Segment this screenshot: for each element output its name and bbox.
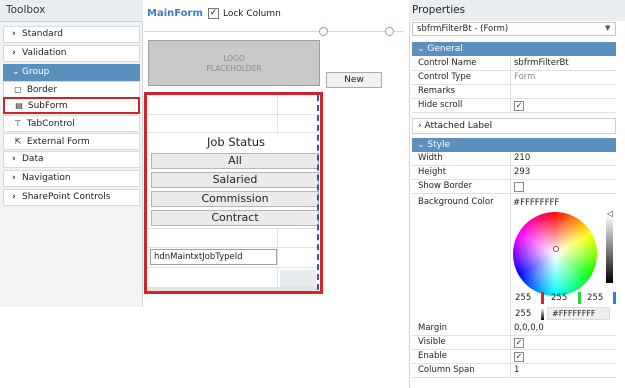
external-form-icon: ⇱ (14, 137, 22, 146)
prop-margin: Margin 0,0,0,0 (412, 322, 616, 336)
toolbox-title: Toolbox (6, 4, 46, 16)
chevron-down-icon: ⌄ (417, 140, 428, 150)
option-salaried[interactable]: Salaried (151, 172, 319, 188)
column-handle[interactable] (385, 27, 394, 36)
section-general[interactable]: ⌄ General (412, 42, 616, 56)
blue-bar (613, 292, 616, 304)
grid-line (147, 114, 317, 115)
selection-edge (317, 95, 319, 290)
form-name: MainForm (147, 8, 203, 19)
prop-remarks: Remarks (412, 85, 616, 99)
toolbox-item-subform[interactable]: ▤ SubForm (3, 97, 140, 114)
toolbox-item-data[interactable]: › Data (3, 151, 140, 168)
grid-line (277, 95, 278, 135)
option-all[interactable]: All (151, 153, 319, 169)
lock-column-label: Lock Column (223, 9, 281, 19)
subform-icon: ▤ (15, 101, 23, 110)
prop-hide-scroll: Hide scroll ✓ (412, 99, 616, 113)
prop-enable: Enable ✓ (412, 350, 616, 364)
show-border-checkbox[interactable] (514, 182, 524, 192)
red-bar (541, 292, 544, 304)
grid-line (147, 267, 317, 268)
blue-value[interactable]: 255 (587, 293, 603, 303)
enable-checkbox[interactable]: ✓ (514, 352, 524, 362)
properties-title: Properties (412, 4, 466, 16)
prop-divider (510, 194, 511, 324)
column-handle[interactable] (319, 27, 328, 36)
hide-scroll-checkbox[interactable]: ✓ (514, 101, 524, 111)
hidden-jobtype-field[interactable]: hdnMaintxtJobTypeId (150, 249, 277, 265)
option-contract[interactable]: Contract (151, 210, 319, 226)
prop-show-border: Show Border (412, 180, 616, 194)
prop-visible: Visible ✓ (412, 336, 616, 350)
column-ruler (144, 31, 404, 32)
prop-column-span: Column Span 1 (412, 364, 616, 378)
chevron-down-icon: ⌄ (417, 44, 428, 54)
toolbox-item-validation[interactable]: › Validation (3, 45, 140, 62)
logo-placeholder[interactable]: LOGO PLACEHOLDER (148, 40, 320, 86)
prop-control-type: Control Type Form (412, 71, 616, 85)
luminance-slider[interactable] (606, 215, 613, 283)
bg-color-value[interactable]: #FFFFFFFF (513, 198, 559, 208)
prop-height: Height 293 (412, 166, 616, 180)
chevron-down-icon: ⌄ (12, 67, 20, 77)
chevron-right-icon: › (12, 29, 16, 39)
hex-input[interactable]: #FFFFFFFF (547, 307, 610, 320)
grid-cell (280, 270, 316, 288)
prop-control-name: Control Name sbfrmFilterBt (412, 57, 616, 71)
grid-line (147, 132, 317, 133)
object-selector[interactable]: sbfrmFilterBt - (Form) (412, 22, 616, 36)
chevron-right-icon: › (12, 154, 16, 164)
visible-checkbox[interactable]: ✓ (514, 338, 524, 348)
section-style[interactable]: ⌄ Style (412, 138, 616, 152)
job-status-label: Job Status (206, 135, 266, 149)
alpha-value[interactable]: 255 (515, 309, 531, 319)
toolbox-item-border[interactable]: ▢ Border (3, 81, 140, 98)
toolbox-item-standard[interactable]: › Standard (3, 26, 140, 43)
grid-line (147, 228, 317, 229)
toolbox-item-tabcontrol[interactable]: ⊤ TabControl (3, 115, 140, 132)
toolbox-item-sharepoint-controls[interactable]: › SharePoint Controls (3, 189, 140, 206)
border-icon: ▢ (14, 85, 22, 94)
option-commission[interactable]: Commission (151, 191, 319, 207)
lock-column-checkbox[interactable]: ✓ (208, 8, 219, 19)
toolbox-item-external-form[interactable]: ⇱ External Form (3, 133, 140, 150)
section-attached-label[interactable]: › Attached Label (412, 118, 616, 134)
color-wheel[interactable] (513, 212, 597, 296)
new-button[interactable]: New (326, 72, 382, 88)
chevron-right-icon: › (12, 192, 16, 202)
green-bar (578, 292, 581, 304)
alpha-bar (541, 308, 544, 320)
grid-line (277, 228, 278, 288)
chevron-right-icon: › (12, 173, 16, 183)
toolbox-item-group[interactable]: ⌄ Group (3, 64, 140, 81)
horizontal-scrollbar[interactable] (147, 287, 317, 291)
chevron-right-icon: › (12, 48, 16, 58)
toolbox-item-navigation[interactable]: › Navigation (3, 170, 140, 187)
red-value[interactable]: 255 (515, 293, 531, 303)
dropdown-arrow-icon[interactable]: ▼ (605, 24, 610, 32)
grid-line (147, 247, 317, 248)
tabcontrol-icon: ⊤ (14, 119, 22, 128)
green-value[interactable]: 255 (551, 293, 567, 303)
prop-width: Width 210 (412, 152, 616, 166)
color-picker-handle[interactable] (553, 246, 559, 252)
slider-marker-icon[interactable]: ◁ (607, 209, 613, 218)
